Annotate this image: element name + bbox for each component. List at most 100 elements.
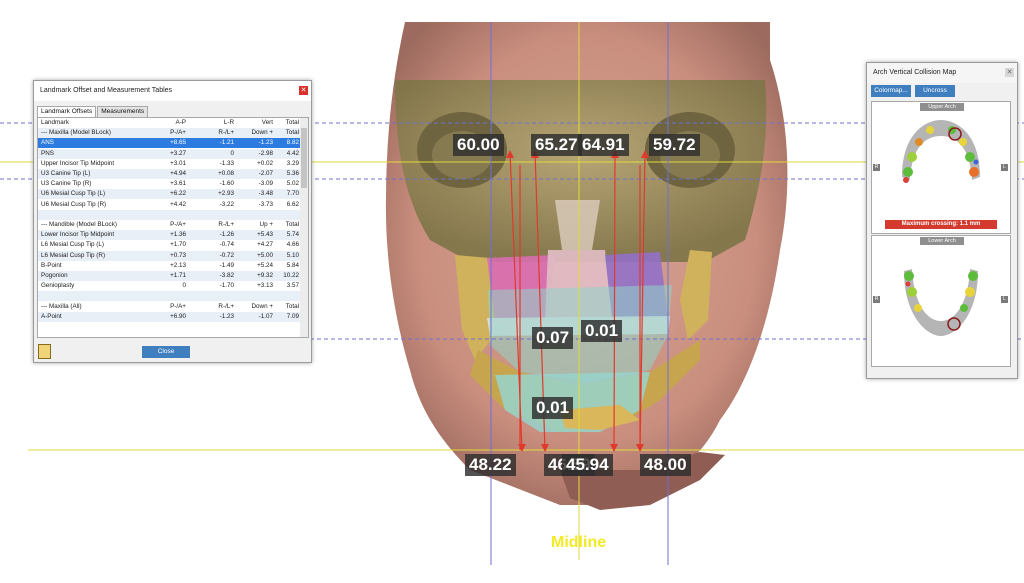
table-cell: 5.10 bbox=[286, 251, 299, 259]
table-cell: L6 Mesial Cusp Tip (R) bbox=[41, 251, 106, 259]
table-cell: Down + bbox=[251, 129, 273, 137]
table-cell: P-/A+ bbox=[170, 129, 186, 137]
table-cell: Down + bbox=[251, 302, 273, 310]
tab-landmark-offsets[interactable]: Landmark Offsets bbox=[37, 106, 97, 117]
table-scrollbar[interactable] bbox=[300, 118, 308, 337]
table-row[interactable]: --- Mandible (Model BLock) P-/A+ R-/L+ Up +… bbox=[38, 220, 300, 230]
lip-measure-left: 0.07 bbox=[532, 327, 574, 349]
table-cell: +4.42 bbox=[170, 200, 186, 208]
table-cell: Vert bbox=[261, 119, 273, 126]
table-cell: +5.24 bbox=[257, 261, 273, 269]
table-cell: 0 bbox=[182, 282, 186, 290]
table-row[interactable]: Genioplasty 0 -1.70 +3.13 3.57 bbox=[38, 281, 300, 291]
table-row[interactable]: B-Point +2.13 -1.49 +5.24 5.84 bbox=[38, 261, 300, 271]
table-cell: -1.07 bbox=[258, 312, 273, 320]
table-row[interactable]: U3 Canine Tip (R) +3.61 -1.60 -3.09 5.02 bbox=[38, 179, 300, 189]
table-cell: +4.27 bbox=[257, 241, 273, 249]
upper-measure-2: 65.27 bbox=[531, 134, 582, 156]
table-row[interactable]: --- Maxilla (Model BLock) P-/A+ R-/L+ Down … bbox=[38, 128, 300, 139]
table-row[interactable]: U6 Mesial Cusp Tip (L) +6.22 +2.93 -3.48 7.7… bbox=[38, 189, 300, 200]
table-cell: L-R bbox=[223, 119, 234, 126]
upper-side-left: R bbox=[873, 164, 880, 171]
table-cell: -2.07 bbox=[258, 170, 273, 177]
table-cell: +6.22 bbox=[170, 190, 186, 198]
uncross-button[interactable]: Uncross bbox=[915, 85, 955, 97]
colormap-button[interactable]: Colormap... bbox=[871, 85, 911, 97]
table-cell: -1.33 bbox=[219, 159, 234, 167]
table-row[interactable]: ANS +8.65 -1.21 -1.23 8.82 bbox=[38, 138, 300, 149]
landmark-table-window[interactable]: Landmark Offset and Measurement Tables ✕… bbox=[33, 80, 312, 363]
table-row[interactable]: L6 Mesial Cusp Tip (R) +0.73 -0.72 +5.00 5.1… bbox=[38, 250, 300, 261]
table-row[interactable]: A-Point +6.90 -1.23 -1.07 7.09 bbox=[38, 311, 300, 322]
table-cell: -0.74 bbox=[219, 241, 234, 249]
table-cell: R-/L+ bbox=[218, 129, 234, 137]
landmark-table[interactable]: Landmark A-P L-R Vert Total --- Maxilla (Mode… bbox=[37, 117, 309, 338]
table-cell: +0.02 bbox=[257, 159, 273, 167]
upper-measure-1: 60.00 bbox=[453, 134, 504, 156]
table-cell: +3.27 bbox=[170, 149, 186, 157]
midline-label: Midline bbox=[551, 534, 607, 551]
table-cell: +9.32 bbox=[257, 272, 273, 279]
table-cell: Lower Incisor Tip Midpoint bbox=[41, 231, 115, 239]
upper-arch-label: Upper Arch bbox=[920, 103, 964, 111]
table-cell: 3.29 bbox=[286, 159, 299, 167]
table-cell: +0.08 bbox=[218, 170, 234, 177]
table-cell: +1.36 bbox=[170, 231, 186, 239]
table-cell: +3.61 bbox=[170, 180, 186, 188]
table-row[interactable]: PNS +3.27 0 -2.98 4.42 bbox=[38, 148, 300, 159]
window-titlebar[interactable]: Landmark Offset and Measurement Tables ✕ bbox=[34, 81, 311, 101]
scrollbar-thumb[interactable] bbox=[301, 128, 307, 188]
table-cell: 5.84 bbox=[286, 261, 299, 269]
close-icon[interactable]: ✕ bbox=[299, 86, 308, 95]
table-cell: +0.73 bbox=[170, 251, 186, 259]
table-cell: -1.23 bbox=[258, 139, 273, 147]
table-cell: 0 bbox=[230, 149, 234, 157]
table-cell: Landmark bbox=[41, 119, 70, 126]
table-cell: +5.00 bbox=[257, 251, 273, 259]
max-crossing-warning: Maximum crossing: 1.1 mm bbox=[885, 220, 997, 229]
table-row[interactable] bbox=[38, 291, 300, 302]
table-row[interactable]: U3 Canine Tip (L) +4.94 +0.08 -2.07 5.36 bbox=[38, 169, 300, 179]
table-cell: 6.62 bbox=[286, 200, 299, 208]
document-icon[interactable] bbox=[38, 344, 51, 359]
table-cell: ANS bbox=[41, 139, 54, 147]
table-cell: -1.26 bbox=[219, 231, 234, 239]
table-cell: A-P bbox=[175, 119, 187, 126]
table-cell: Total bbox=[285, 302, 299, 310]
table-row[interactable]: U6 Mesial Cusp Tip (R) +4.42 -3.22 -3.73 6.6… bbox=[38, 200, 300, 210]
table-cell: +5.43 bbox=[257, 231, 273, 239]
table-cell: -1.60 bbox=[219, 180, 234, 188]
table-row[interactable]: Upper Incisor Tip Midpoint +3.01 -1.33 +0.0… bbox=[38, 159, 300, 169]
table-cell: 8.82 bbox=[286, 139, 299, 147]
table-row[interactable] bbox=[38, 209, 300, 220]
close-button[interactable]: Close bbox=[142, 346, 190, 358]
lower-side-right: L bbox=[1001, 296, 1008, 303]
lower-measure-3: 45.94 bbox=[562, 454, 613, 476]
lower-side-left: R bbox=[873, 296, 880, 303]
arch-close-icon[interactable]: ✕ bbox=[1005, 68, 1014, 77]
table-cell: 5.36 bbox=[286, 170, 299, 177]
table-row[interactable]: L6 Mesial Cusp Tip (L) +1.70 -0.74 +4.27 4.6… bbox=[38, 240, 300, 250]
table-cell: L6 Mesial Cusp Tip (L) bbox=[41, 241, 104, 249]
table-cell: -3.73 bbox=[258, 200, 273, 208]
table-cell: 4.42 bbox=[286, 149, 299, 157]
upper-arch-panel: Upper Arch R L Maximum crossing: 1.1 mm bbox=[871, 101, 1011, 234]
table-cell: 5.02 bbox=[286, 180, 299, 188]
table-cell: Total bbox=[285, 119, 299, 126]
table-cell: PNS bbox=[41, 149, 54, 157]
tab-measurements[interactable]: Measurements bbox=[97, 106, 149, 117]
table-cell: +3.13 bbox=[257, 282, 273, 290]
table-row[interactable]: Lower Incisor Tip Midpoint +1.36 -1.26 +5.4… bbox=[38, 230, 300, 241]
table-cell: +6.90 bbox=[170, 312, 186, 320]
table-row[interactable]: Pogonion +1.71 -3.82 +9.32 10.22 bbox=[38, 271, 300, 281]
arch-titlebar[interactable]: Arch Vertical Collision Map ✕ bbox=[867, 63, 1017, 83]
table-cell: R-/L+ bbox=[218, 302, 234, 310]
tab-bar: Landmark Offsets Measurements bbox=[37, 106, 149, 117]
arch-window-title: Arch Vertical Collision Map bbox=[873, 69, 957, 76]
table-row[interactable]: --- Maxilla (All) P-/A+ R-/L+ Down + Total bbox=[38, 302, 300, 312]
table-cell: 7.70 bbox=[286, 190, 299, 198]
upper-measure-3: 64.91 bbox=[578, 134, 629, 156]
table-cell: -3.22 bbox=[219, 200, 234, 208]
arch-collision-window[interactable]: Arch Vertical Collision Map ✕ Colormap..… bbox=[866, 62, 1018, 379]
lip-measure-right: 0.01 bbox=[581, 320, 623, 342]
